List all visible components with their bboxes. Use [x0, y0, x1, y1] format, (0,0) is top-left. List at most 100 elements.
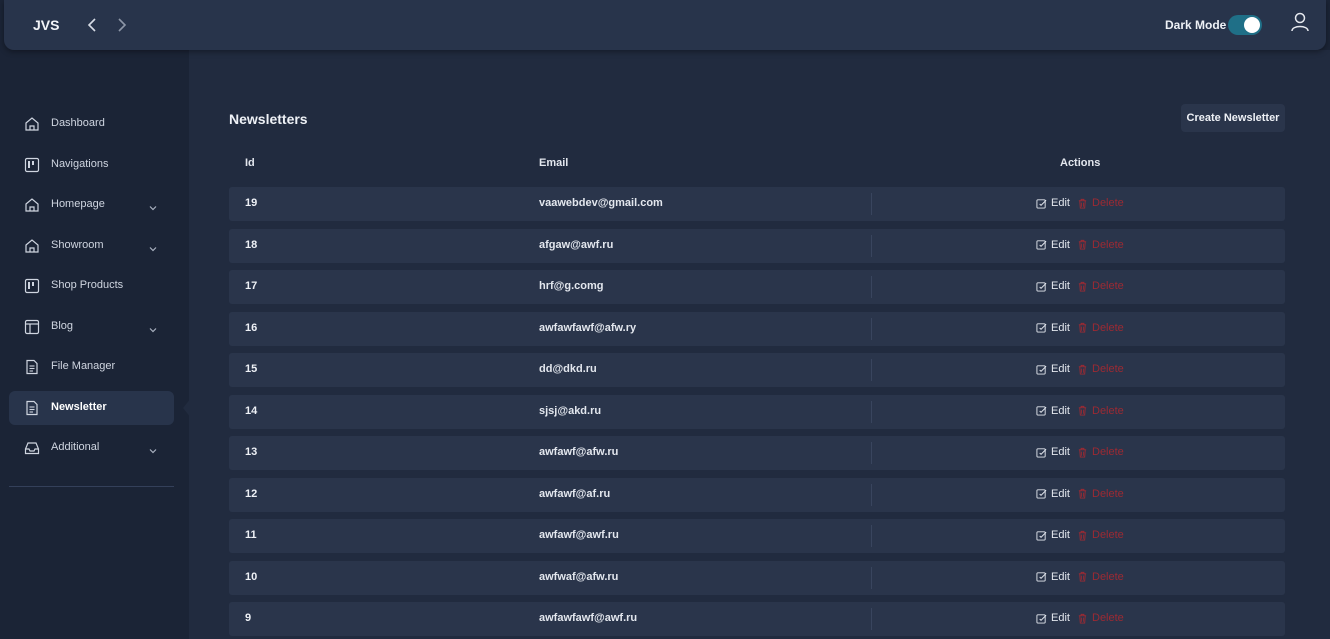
row-id: 18 — [245, 238, 258, 251]
table-row: 17 hrf@g.comg Edit Delete — [229, 270, 1285, 304]
edit-label: Edit — [1051, 321, 1070, 334]
main-content: Newsletters Create Newsletter Id Email A… — [189, 50, 1330, 639]
chevron-down-icon[interactable] — [148, 241, 158, 252]
delete-button[interactable]: Delete — [1077, 197, 1124, 209]
home-icon — [24, 116, 40, 132]
row-email: hrf@g.comg — [539, 280, 604, 292]
edit-icon — [1036, 488, 1047, 499]
edit-label: Edit — [1051, 404, 1070, 417]
chevron-right-icon[interactable] — [112, 15, 132, 35]
edit-button[interactable]: Edit — [1036, 488, 1070, 500]
delete-label: Delete — [1092, 404, 1124, 417]
create-newsletter-button[interactable]: Create Newsletter — [1181, 104, 1285, 132]
trash-icon — [1077, 364, 1088, 375]
edit-button[interactable]: Edit — [1036, 197, 1070, 209]
delete-button[interactable]: Delete — [1077, 446, 1124, 458]
delete-label: Delete — [1092, 570, 1124, 583]
sidebar-item-label: Blog — [51, 320, 74, 332]
table-row: 16 awfawfawf@afw.ry Edit Delete — [229, 311, 1285, 346]
sidebar-item-label: Newsletter — [51, 401, 107, 413]
edit-label: Edit — [1051, 363, 1070, 375]
sidebar-item-blog[interactable]: Blog — [9, 310, 174, 344]
row-id: 17 — [245, 280, 258, 292]
kanban-icon — [24, 278, 40, 294]
dark-mode-toggle[interactable] — [1228, 15, 1262, 35]
row-id: 9 — [245, 612, 252, 624]
chevron-down-icon[interactable] — [148, 200, 158, 211]
column-header-actions: Actions — [1060, 157, 1101, 169]
sidebar-item-label: Showroom — [51, 239, 104, 251]
delete-button[interactable]: Delete — [1077, 322, 1124, 334]
row-id: 19 — [245, 197, 258, 209]
row-id: 15 — [245, 363, 258, 375]
edit-button[interactable]: Edit — [1036, 280, 1070, 292]
column-separator — [871, 317, 872, 340]
edit-button[interactable]: Edit — [1036, 405, 1070, 417]
delete-button[interactable]: Delete — [1077, 612, 1124, 624]
delete-button[interactable]: Delete — [1077, 405, 1124, 417]
edit-button[interactable]: Edit — [1036, 363, 1070, 375]
table-row: 10 awfwaf@afw.ru Edit Delete — [229, 560, 1285, 595]
edit-label: Edit — [1051, 570, 1070, 583]
trash-icon — [1077, 239, 1088, 250]
edit-button[interactable]: Edit — [1036, 612, 1070, 624]
delete-label: Delete — [1092, 280, 1124, 292]
edit-button[interactable]: Edit — [1036, 446, 1070, 458]
chevron-left-icon[interactable] — [82, 15, 102, 35]
sidebar-item-navigations[interactable]: Navigations — [9, 148, 174, 182]
edit-icon — [1036, 281, 1047, 292]
edit-button[interactable]: Edit — [1036, 529, 1070, 541]
user-icon[interactable] — [1290, 12, 1310, 34]
trash-icon — [1077, 322, 1088, 333]
delete-label: Delete — [1092, 197, 1124, 209]
sidebar-item-label: Additional — [51, 441, 100, 453]
trash-icon — [1077, 530, 1088, 541]
sidebar-item-file-manager[interactable]: File Manager — [9, 350, 174, 384]
sidebar-item-shop-products[interactable]: Shop Products — [9, 269, 174, 303]
column-header-email[interactable]: Email — [539, 157, 568, 169]
sidebar-item-label: Dashboard — [51, 117, 105, 129]
edit-icon — [1036, 322, 1047, 333]
trash-icon — [1077, 198, 1088, 209]
page-title: Newsletters — [229, 111, 308, 127]
edit-button[interactable]: Edit — [1036, 571, 1070, 583]
edit-icon — [1036, 239, 1047, 250]
table-row: 15 dd@dkd.ru Edit Delete — [229, 353, 1285, 387]
delete-button[interactable]: Delete — [1077, 280, 1124, 292]
edit-label: Edit — [1051, 612, 1070, 624]
delete-button[interactable]: Delete — [1077, 529, 1124, 541]
trash-icon — [1077, 613, 1088, 624]
delete-button[interactable]: Delete — [1077, 571, 1124, 583]
edit-button[interactable]: Edit — [1036, 322, 1070, 334]
delete-button[interactable]: Delete — [1077, 363, 1124, 375]
row-email: afgaw@awf.ru — [539, 238, 614, 251]
delete-button[interactable]: Delete — [1077, 488, 1124, 500]
sidebar-item-newsletter[interactable]: Newsletter — [9, 391, 174, 425]
sidebar-item-dashboard[interactable]: Dashboard — [9, 107, 174, 141]
edit-button[interactable]: Edit — [1036, 239, 1070, 251]
row-email: awfawf@afw.ru — [539, 446, 619, 458]
sidebar-item-additional[interactable]: Additional — [9, 431, 174, 465]
table-row: 18 afgaw@awf.ru Edit Delete — [229, 228, 1285, 263]
column-separator — [871, 483, 872, 506]
brand-logo[interactable]: JVS — [33, 17, 59, 33]
sidebar-item-label: Navigations — [51, 158, 109, 170]
row-email: awfwaf@afw.ru — [539, 570, 619, 583]
edit-icon — [1036, 198, 1047, 209]
column-separator — [871, 566, 872, 589]
table-row: 19 vaawebdev@gmail.com Edit Delete — [229, 187, 1285, 221]
top-bar: JVS Dark Mode — [4, 0, 1326, 50]
sidebar-item-homepage[interactable]: Homepage — [9, 188, 174, 222]
column-separator — [871, 193, 872, 215]
kanban-icon — [24, 157, 40, 173]
trash-icon — [1077, 405, 1088, 416]
delete-button[interactable]: Delete — [1077, 239, 1124, 251]
trash-icon — [1077, 281, 1088, 292]
chevron-down-icon[interactable] — [148, 443, 158, 454]
delete-label: Delete — [1092, 238, 1124, 251]
delete-label: Delete — [1092, 612, 1124, 624]
sidebar-item-showroom[interactable]: Showroom — [9, 229, 174, 263]
chevron-down-icon[interactable] — [148, 322, 158, 333]
column-header-id[interactable]: Id — [245, 157, 255, 169]
toggle-knob — [1244, 17, 1260, 33]
